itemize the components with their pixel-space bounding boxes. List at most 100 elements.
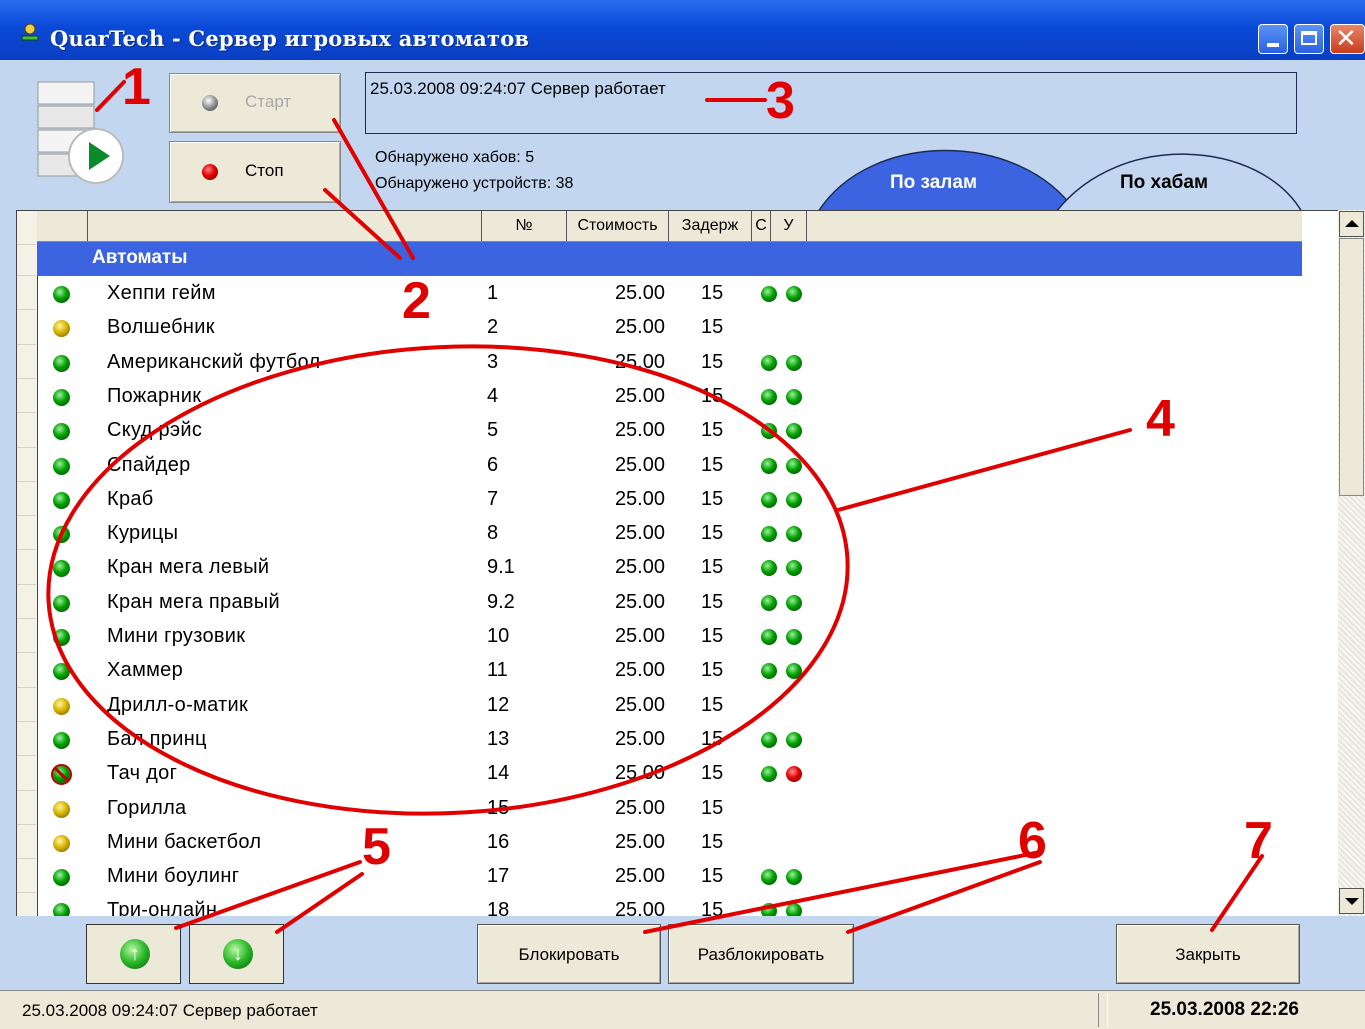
group-row[interactable]: Автоматы (37, 242, 1302, 276)
row-indicator-cell[interactable] (17, 791, 36, 825)
table-header: № Стоимость Задерж С У (37, 211, 1302, 242)
unblock-button[interactable]: Разблокировать (668, 924, 854, 984)
row-indicator-cell[interactable] (17, 722, 36, 757)
machine-cost: 25.00 (614, 282, 665, 304)
table-row[interactable]: Курицы 8 25.00 15 (37, 517, 1302, 551)
row-indicator-cell[interactable] (17, 825, 36, 860)
header-cost[interactable]: Стоимость (567, 211, 669, 241)
move-down-button[interactable]: ↓ (189, 924, 284, 984)
machine-name: Волшебник (107, 316, 215, 339)
row-indicator-cell[interactable] (17, 414, 36, 448)
status-indicator-icon (53, 457, 70, 475)
table-row[interactable]: Волшебник 2 25.00 15 (37, 311, 1302, 345)
row-indicator-cell[interactable] (17, 688, 36, 722)
row-indicator-cell[interactable] (17, 311, 36, 345)
c-status-icon (761, 594, 777, 611)
machine-name: Курицы (107, 522, 179, 545)
row-indicator-cell[interactable] (17, 619, 36, 654)
row-indicator-cell[interactable] (17, 482, 36, 517)
machine-number: 6 (487, 453, 499, 476)
machine-cost: 25.00 (614, 727, 665, 750)
machine-delay: 15 (701, 899, 724, 917)
machine-name: Бал принц (107, 727, 207, 750)
status-indicator-icon (51, 764, 72, 786)
machine-name: Три-онлайн (107, 899, 218, 917)
scroll-up-button[interactable] (1339, 211, 1364, 237)
machine-cost: 25.00 (614, 796, 665, 819)
row-indicator-cell[interactable] (17, 757, 36, 791)
machine-delay: 15 (701, 522, 724, 545)
row-indicator-cell[interactable] (17, 345, 36, 379)
row-indicator-cell[interactable] (17, 242, 36, 276)
block-button[interactable]: Блокировать (477, 924, 661, 984)
row-indicator-cell[interactable] (17, 516, 36, 551)
table-row[interactable]: Краб 7 25.00 15 (37, 483, 1302, 517)
header-name[interactable] (88, 211, 482, 241)
machine-name: Кран мега левый (107, 556, 270, 579)
table-row[interactable]: Мини грузовик 10 25.00 15 (37, 620, 1302, 654)
table-row[interactable]: Спайдер 6 25.00 15 (37, 449, 1302, 483)
c-status-icon (761, 560, 777, 577)
row-indicator-cell[interactable] (17, 654, 36, 688)
machine-delay: 15 (701, 487, 724, 510)
scroll-down-button[interactable] (1339, 888, 1364, 914)
machine-cost: 25.00 (614, 693, 665, 716)
table-row[interactable]: Мини баскетбол 16 25.00 15 (37, 826, 1302, 860)
table-row[interactable]: Хеппи гейм 1 25.00 15 (37, 277, 1302, 311)
status-indicator-icon (53, 526, 70, 544)
status-indicator-icon (53, 560, 70, 578)
table-row[interactable]: Мини боулинг 17 25.00 15 (37, 860, 1302, 894)
status-indicator-icon (53, 697, 70, 715)
table-row[interactable]: Дрилл-о-матик 12 25.00 15 (37, 689, 1302, 723)
tab-by-halls[interactable]: По залам (818, 152, 1076, 212)
row-indicator-cell[interactable] (17, 551, 36, 585)
row-indicator-cell[interactable] (17, 859, 36, 894)
machine-number: 18 (487, 899, 510, 917)
machine-name: Краб (107, 487, 154, 510)
header-status[interactable] (37, 211, 88, 241)
machine-number: 8 (487, 522, 499, 545)
machine-number: 9.1 (487, 556, 515, 579)
c-status-icon (761, 766, 777, 783)
status-indicator-icon (53, 800, 70, 818)
header-c[interactable]: С (752, 211, 771, 241)
table-row[interactable]: Американский футбол 3 25.00 15 (37, 346, 1302, 380)
header-number[interactable]: № (482, 211, 567, 241)
header-delay[interactable]: Задерж (669, 211, 752, 241)
u-status-icon (786, 731, 802, 748)
tab-by-hubs[interactable]: По хабам (1056, 152, 1302, 212)
table-row[interactable]: Тач дог 14 25.00 15 (37, 757, 1302, 791)
c-status-icon (761, 869, 777, 886)
row-indicator-cell[interactable] (17, 585, 36, 619)
table-row[interactable]: Три-онлайн 18 25.00 15 (37, 894, 1302, 917)
machine-number: 1 (487, 282, 499, 304)
row-indicator-cell[interactable] (17, 379, 36, 414)
move-up-button[interactable]: ↑ (86, 924, 181, 984)
tab-by-halls-label: По залам (890, 172, 977, 193)
status-bar: 25.03.2008 09:24:07 Сервер работает 25.0… (0, 990, 1365, 1029)
row-indicator-cell[interactable] (17, 894, 36, 917)
table-row[interactable]: Скуд рэйс 5 25.00 15 (37, 414, 1302, 448)
table-row[interactable]: Бал принц 13 25.00 15 (37, 723, 1302, 757)
machine-cost: 25.00 (614, 316, 665, 339)
header-u[interactable]: У (771, 211, 807, 241)
machine-cost: 25.00 (614, 522, 665, 545)
machines-table[interactable]: № Стоимость Задерж С У Автоматы Хеппи ге… (16, 210, 1339, 917)
status-indicator-icon (53, 491, 70, 509)
table-row[interactable]: Горилла 15 25.00 15 (37, 792, 1302, 826)
table-row[interactable]: Хаммер 11 25.00 15 (37, 654, 1302, 688)
machine-name: Тач дог (107, 762, 178, 785)
row-indicator-cell[interactable] (17, 276, 36, 311)
scroll-thumb[interactable] (1339, 238, 1364, 496)
table-row[interactable]: Кран мега левый 9.1 25.00 15 (37, 551, 1302, 585)
vertical-scrollbar[interactable] (1338, 210, 1365, 916)
statusbar-separator (1098, 993, 1108, 1027)
row-indicator-cell[interactable] (17, 211, 36, 245)
machine-cost: 25.00 (614, 384, 665, 407)
machine-number: 12 (487, 693, 510, 716)
row-indicator-cell[interactable] (17, 448, 36, 482)
table-row[interactable]: Пожарник 4 25.00 15 (37, 380, 1302, 414)
close-button[interactable]: Закрыть (1116, 924, 1300, 984)
machine-cost: 25.00 (614, 419, 665, 442)
table-row[interactable]: Кран мега правый 9.2 25.00 15 (37, 586, 1302, 620)
